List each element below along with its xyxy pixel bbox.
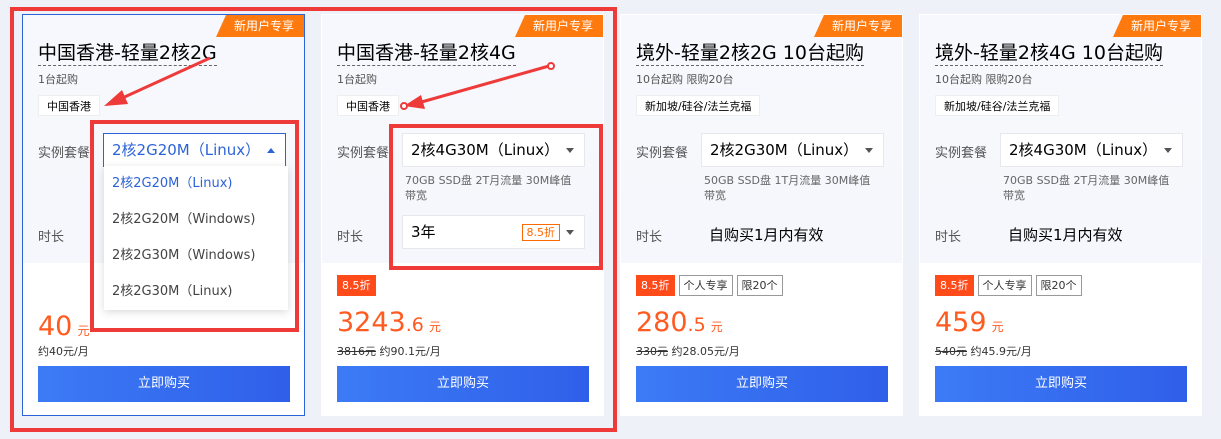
card-subtitle: 10台起购 限购20台 bbox=[636, 73, 734, 86]
plan-select-value: 2核4G30M（Linux） bbox=[1009, 141, 1158, 159]
card-title: 境外-轻量2核2G 10台起购 bbox=[636, 42, 864, 66]
limit-tag: 限20个 bbox=[1035, 275, 1082, 296]
tag-row: 8.5折 个人专享 限20个 bbox=[636, 275, 783, 296]
duration-label: 时长 bbox=[636, 230, 663, 245]
duration-label: 时长 bbox=[935, 230, 962, 245]
plan-select[interactable]: 2核4G30M（Linux） bbox=[1000, 133, 1183, 167]
price-unit: 元 bbox=[710, 320, 723, 334]
personal-only-tag: 个人专享 bbox=[678, 275, 733, 296]
price-value: 280 bbox=[636, 307, 688, 338]
chevron-down-icon bbox=[865, 148, 873, 153]
buy-button[interactable]: 立即购买 bbox=[935, 366, 1187, 402]
plan-label: 实例套餐 bbox=[636, 146, 689, 161]
plan-label: 实例套餐 bbox=[935, 146, 988, 161]
original-price: 540元 bbox=[935, 345, 967, 358]
discount-tag: 8.5折 bbox=[636, 275, 675, 296]
region-tag: 新加坡/硅谷/法兰克福 bbox=[935, 95, 1060, 116]
plan-spec: 50GB SSD盘 1T月流量 30M峰值带宽 bbox=[704, 174, 871, 202]
price-per-month: 约28.05元/月 bbox=[671, 345, 740, 358]
product-card-intl-2c2g[interactable]: 新用户专享 境外-轻量2核2G 10台起购 10台起购 限购20台 新加坡/硅谷… bbox=[620, 14, 903, 416]
duration-value: 自购买1月内有效 bbox=[1008, 226, 1123, 244]
price-meta: 330元 约28.05元/月 bbox=[636, 343, 740, 359]
region-tag: 新加坡/硅谷/法兰克福 bbox=[636, 95, 761, 116]
buy-button[interactable]: 立即购买 bbox=[636, 366, 888, 402]
original-price: 330元 bbox=[636, 345, 668, 358]
price: 459 元 bbox=[935, 307, 1004, 338]
product-card-intl-2c4g[interactable]: 新用户专享 境外-轻量2核4G 10台起购 10台起购 限购20台 新加坡/硅谷… bbox=[919, 14, 1202, 416]
price-per-month: 约45.9元/月 bbox=[970, 345, 1032, 358]
new-user-badge: 新用户专享 bbox=[1112, 15, 1201, 37]
personal-only-tag: 个人专享 bbox=[977, 275, 1032, 296]
annotation-options-box bbox=[389, 124, 603, 270]
price-value: 459 bbox=[935, 307, 987, 338]
annotation-plan-box bbox=[90, 120, 299, 332]
price-decimal: .5 bbox=[687, 314, 706, 336]
limit-tag: 限20个 bbox=[736, 275, 783, 296]
new-user-badge: 新用户专享 bbox=[813, 15, 902, 37]
card-title: 境外-轻量2核4G 10台起购 bbox=[935, 42, 1163, 66]
card-subtitle: 10台起购 限购20台 bbox=[935, 73, 1033, 86]
price-meta: 540元 约45.9元/月 bbox=[935, 343, 1032, 359]
price-unit: 元 bbox=[991, 320, 1004, 334]
plan-spec: 70GB SSD盘 2T月流量 30M峰值带宽 bbox=[1003, 174, 1170, 202]
duration-value: 自购买1月内有效 bbox=[709, 226, 824, 244]
plan-select[interactable]: 2核2G30M（Linux） bbox=[701, 133, 884, 167]
discount-tag: 8.5折 bbox=[935, 275, 974, 296]
tag-row: 8.5折 个人专享 限20个 bbox=[935, 275, 1082, 296]
chevron-down-icon bbox=[1164, 148, 1172, 153]
plan-select-value: 2核2G30M（Linux） bbox=[710, 141, 859, 159]
price: 280.5 元 bbox=[636, 307, 723, 338]
